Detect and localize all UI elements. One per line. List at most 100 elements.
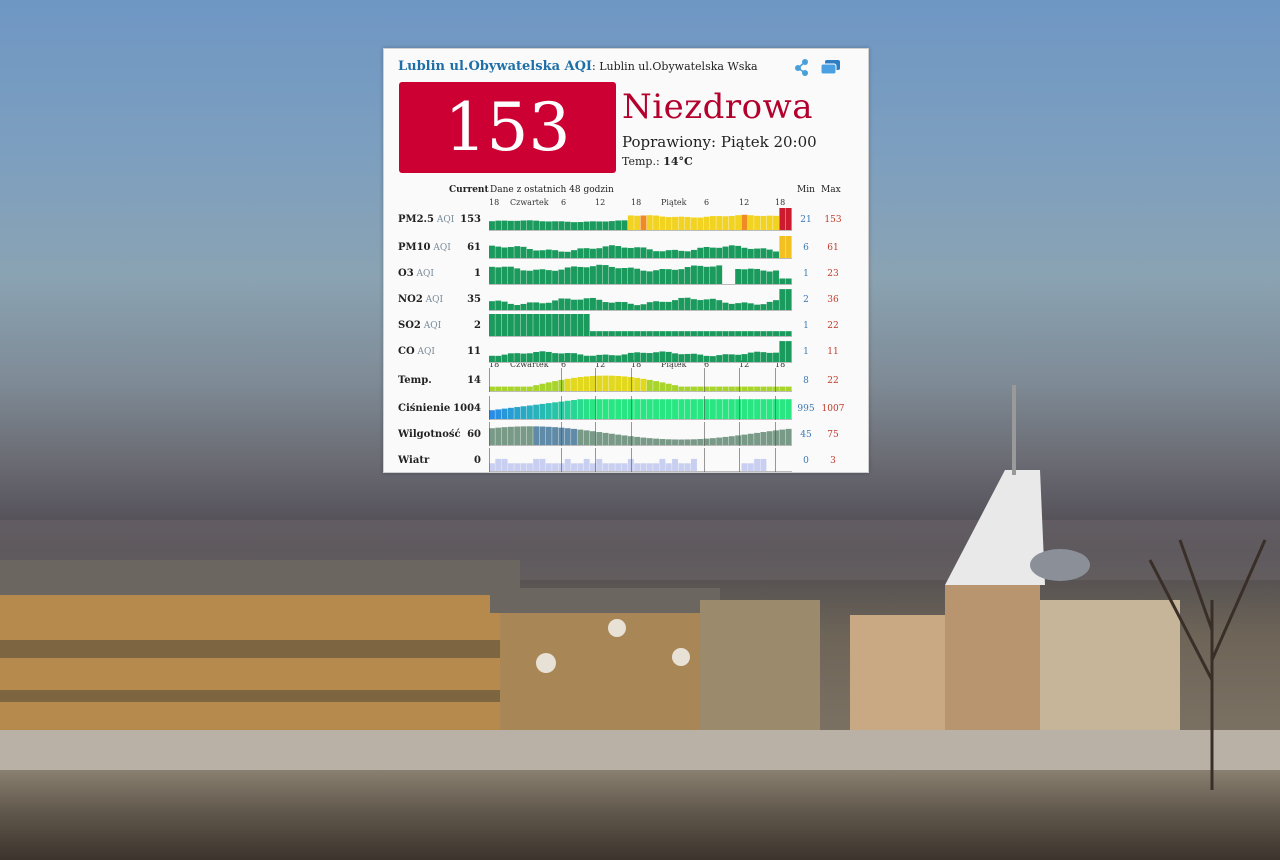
history-bar (697, 439, 704, 445)
history-bar (754, 458, 761, 471)
history-chart[interactable] (489, 313, 792, 337)
history-bar (627, 247, 634, 258)
history-bar (634, 331, 641, 336)
history-bar (760, 331, 767, 336)
history-bar (640, 463, 647, 471)
history-bar (514, 426, 521, 445)
current-value: 0 (474, 455, 481, 466)
history-bar (659, 301, 666, 310)
current-value: 35 (467, 294, 481, 305)
row-label: O3 AQI (398, 268, 434, 279)
station-link[interactable]: Lublin ul.Obywatelska AQI (398, 59, 592, 74)
history-bar (684, 251, 691, 258)
history-bar (684, 353, 691, 362)
history-bar (495, 409, 502, 419)
history-bar (684, 386, 691, 391)
history-bar (501, 458, 508, 471)
history-bar (773, 300, 779, 310)
history-bar (773, 399, 779, 419)
history-bar (571, 222, 577, 230)
history-bar (602, 354, 609, 362)
history-bar (552, 463, 559, 471)
history-bar (526, 405, 533, 419)
history-chart[interactable] (489, 235, 792, 259)
history-chart[interactable] (489, 339, 792, 363)
history-bar (754, 432, 761, 445)
history-bar (773, 430, 779, 445)
history-bar (564, 267, 571, 284)
history-chart[interactable] (489, 396, 792, 420)
history-bar (602, 246, 609, 258)
history-bar (507, 407, 514, 419)
history-bar (634, 377, 641, 391)
history-bar (514, 407, 521, 419)
history-bar (779, 278, 786, 284)
history-bar (716, 300, 723, 310)
history-bar (709, 399, 716, 419)
history-bar (634, 268, 641, 284)
history-bar (627, 377, 634, 391)
history-bar (608, 331, 615, 336)
history-bar (659, 351, 666, 362)
history-chart[interactable] (489, 207, 792, 231)
history-bar (507, 247, 514, 258)
history-bar (766, 249, 773, 258)
history-bar (735, 245, 742, 258)
history-bar (590, 266, 596, 284)
history-bar (735, 386, 742, 391)
history-bar (760, 432, 767, 445)
history-bar (539, 250, 546, 258)
current-value: 1004 (453, 403, 481, 414)
min-value: 8 (803, 376, 809, 386)
history-bar (495, 355, 502, 362)
history-bar (640, 270, 647, 284)
history-bar (691, 265, 697, 284)
history-bar (703, 246, 710, 258)
data-row: Wiatr 0 0 3 (384, 447, 870, 473)
history-bar (564, 251, 571, 258)
history-bar (627, 303, 634, 310)
history-bar (766, 386, 773, 391)
history-bar (501, 247, 508, 258)
history-bar (773, 270, 779, 284)
row-label: CO AQI (398, 346, 435, 357)
history-bar (627, 436, 634, 445)
history-bar (665, 301, 672, 310)
history-bar (659, 268, 666, 284)
history-bar (571, 299, 577, 310)
history-bar (539, 303, 546, 310)
history-bar (634, 305, 641, 310)
history-bar (747, 248, 754, 258)
history-bar (520, 463, 527, 471)
history-bar (665, 351, 672, 362)
history-bar (684, 267, 691, 284)
history-bar (672, 300, 678, 310)
history-bar (577, 248, 584, 258)
history-bar (495, 458, 502, 471)
history-bar (678, 297, 685, 310)
history-chart[interactable] (489, 448, 792, 472)
history-bar (539, 269, 546, 284)
history-bar (779, 289, 786, 310)
history-bar (659, 382, 666, 391)
history-chart[interactable] (489, 261, 792, 285)
history-bar (747, 399, 754, 419)
history-chart[interactable] (489, 422, 792, 446)
history-bar (552, 221, 559, 230)
history-bar (520, 303, 527, 310)
history-bar (634, 352, 641, 362)
history-chart[interactable] (489, 287, 792, 311)
history-bar (697, 354, 704, 362)
window-icon[interactable] (820, 59, 842, 75)
history-bar (577, 463, 584, 471)
history-bar (785, 331, 792, 336)
history-bar (691, 331, 697, 336)
history-bar (564, 221, 571, 230)
history-bar (621, 354, 628, 362)
history-chart[interactable] (489, 368, 792, 392)
history-bar (571, 353, 577, 362)
history-bar (558, 353, 565, 362)
history-bar (634, 436, 641, 445)
history-bar (520, 246, 527, 258)
share-icon[interactable] (794, 58, 810, 76)
